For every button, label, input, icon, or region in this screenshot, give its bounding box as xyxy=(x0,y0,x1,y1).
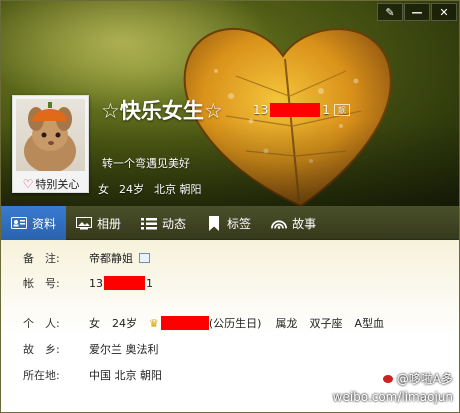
photo-album-icon xyxy=(76,216,93,230)
birthday-note: (公历生日) xyxy=(208,317,262,330)
heart-icon: ♡ xyxy=(22,176,34,191)
rabbit-avatar-image xyxy=(16,99,85,171)
user-id: 13 1 靓 xyxy=(253,103,350,117)
window-controls: ✎ — ✕ xyxy=(377,3,457,21)
personal-row: 个 人: 女 24岁 ♛ (公历生日) 属龙 双子座 A型血 xyxy=(23,315,384,331)
basic-info: 女 24岁 北京 朝阳 xyxy=(98,181,202,197)
hometown-value: 爱尔兰 奥法利 xyxy=(89,343,159,356)
personal-label: 个 人: xyxy=(23,317,60,330)
blood-type-text: A型血 xyxy=(354,317,384,330)
zodiac-text: 属龙 xyxy=(275,317,298,330)
tab-profile[interactable]: 资料 xyxy=(1,206,67,240)
profile-card-icon xyxy=(11,216,27,230)
account-row: 帐 号: 13 1 xyxy=(23,275,153,291)
user-id-suffix: 1 xyxy=(322,103,330,117)
tab-tags[interactable]: 标签 xyxy=(196,206,261,240)
avatar[interactable]: ♡ 特别关心 xyxy=(12,95,89,193)
crown-icon: ♛ xyxy=(149,316,159,330)
minimize-button[interactable]: — xyxy=(404,3,430,21)
remark-value: 帝都静姐 xyxy=(89,252,133,265)
weibo-logo-icon xyxy=(381,374,394,384)
hometown-row: 故 乡: 爱尔兰 奥法利 xyxy=(23,341,159,357)
skin-brush-icon[interactable]: ✎ xyxy=(377,3,403,21)
tab-feed-label: 动态 xyxy=(162,216,187,231)
redacted-block xyxy=(104,276,145,290)
tab-story-label: 故事 xyxy=(292,216,317,231)
personal-gender: 女 xyxy=(89,317,100,330)
remark-row: 备 注: 帝都静姐 xyxy=(23,250,150,266)
broadcast-story-icon xyxy=(271,216,288,230)
tab-profile-label: 资料 xyxy=(32,216,57,231)
remark-label: 备 注: xyxy=(23,252,60,265)
user-id-prefix: 13 xyxy=(253,103,269,117)
level-badge-icon: 靓 xyxy=(333,104,350,116)
tab-feed[interactable]: 动态 xyxy=(131,206,196,240)
hometown-label: 故 乡: xyxy=(23,343,60,356)
redacted-block xyxy=(160,316,209,330)
gender-text: 女 xyxy=(98,183,109,196)
age-text: 24岁 xyxy=(119,183,144,196)
special-follow-button[interactable]: ♡ 特别关心 xyxy=(15,175,87,192)
bookmark-tag-icon xyxy=(206,215,222,231)
feed-list-icon xyxy=(141,216,158,230)
close-button[interactable]: ✕ xyxy=(431,3,457,21)
redacted-block xyxy=(270,103,321,117)
tab-tags-label: 标签 xyxy=(227,216,252,231)
tab-album-label: 相册 xyxy=(97,216,122,231)
weibo-watermark: @哆啦A多 weibo.com/limaojun xyxy=(333,370,453,406)
account-prefix: 13 xyxy=(89,276,103,290)
account-label: 帐 号: xyxy=(23,277,60,290)
nickname: ☆快乐女生☆ xyxy=(101,99,223,123)
signature-motto: 转一个弯遇见美好 xyxy=(102,157,190,170)
tab-album[interactable]: 相册 xyxy=(66,206,131,240)
edit-remark-icon[interactable] xyxy=(139,253,150,263)
tab-story[interactable]: 故事 xyxy=(261,206,326,240)
profile-tabs: 资料 相册 动态 标签 故事 xyxy=(1,206,459,240)
watermark-handle: @哆啦A多 xyxy=(396,372,453,386)
account-suffix: 1 xyxy=(146,276,153,290)
location-row: 所在地: 中国 北京 朝阳 xyxy=(23,367,162,383)
location-label: 所在地: xyxy=(23,369,60,382)
profile-card: ✎ — ✕ ♡ 特别关心 ☆快乐女生☆ 13 1 靓 转一个弯遇见美好 女 24… xyxy=(0,0,460,413)
constellation-text: 双子座 xyxy=(309,317,343,330)
watermark-url: weibo.com/limaojun xyxy=(332,390,453,404)
location-value: 中国 北京 朝阳 xyxy=(89,369,162,382)
location-text: 北京 朝阳 xyxy=(154,183,202,196)
special-follow-label: 特别关心 xyxy=(35,177,80,191)
personal-age: 24岁 xyxy=(112,317,137,330)
